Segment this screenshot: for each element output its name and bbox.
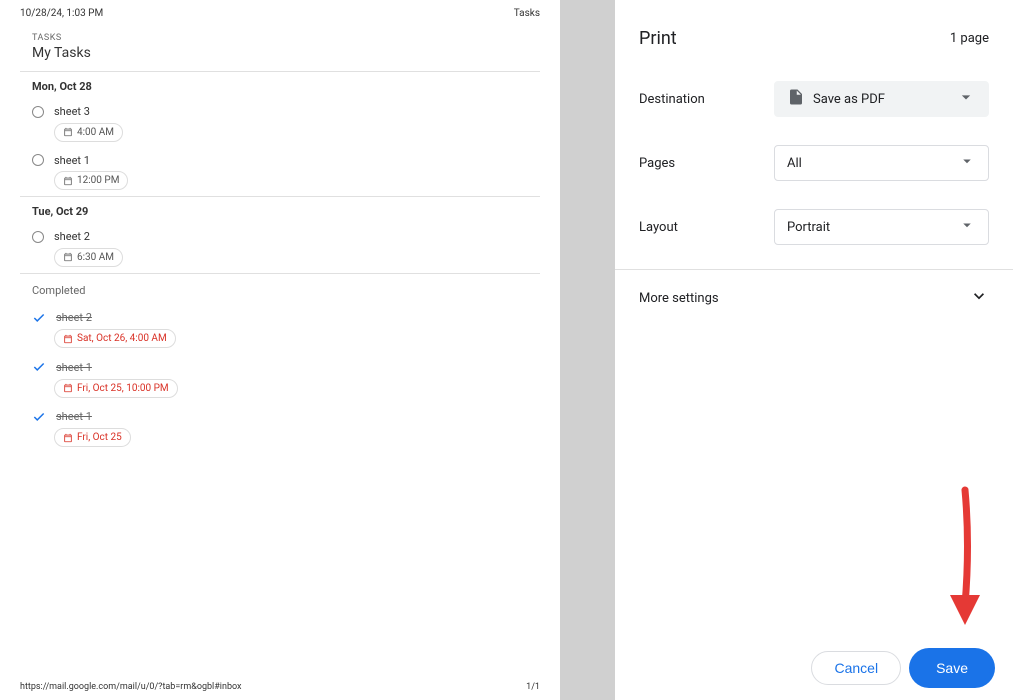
pages-row: Pages All	[639, 131, 989, 195]
task-time-chip: Fri, Oct 25, 10:00 PM	[54, 379, 178, 398]
calendar-icon	[63, 383, 73, 393]
task-time: Fri, Oct 25, 10:00 PM	[77, 383, 169, 394]
task-row: sheet 3	[20, 99, 540, 122]
task-time: Sat, Oct 26, 4:00 AM	[77, 333, 167, 344]
tasks-label: TASKS	[32, 33, 540, 43]
preview-url: https://mail.google.com/mail/u/0/?tab=rm…	[20, 682, 242, 692]
cancel-button[interactable]: Cancel	[811, 651, 901, 685]
task-time-chip: 6:30 AM	[54, 248, 123, 267]
task-title: sheet 3	[54, 105, 90, 118]
print-header: Print 1 page	[615, 0, 1013, 57]
pages-value: All	[787, 156, 802, 171]
chevron-down-icon	[969, 286, 989, 310]
radio-unchecked-icon	[32, 231, 44, 243]
tasks-title: My Tasks	[32, 45, 540, 61]
calendar-icon	[63, 176, 73, 186]
pdf-icon	[787, 88, 805, 110]
pages-select[interactable]: All	[774, 145, 989, 181]
layout-select[interactable]: Portrait	[774, 209, 989, 245]
preview-gutter	[560, 0, 615, 700]
destination-label: Destination	[639, 92, 774, 107]
task-time: 6:30 AM	[77, 252, 114, 263]
layout-row: Layout Portrait	[639, 195, 989, 259]
preview-header: 10/28/24, 1:03 PM Tasks	[0, 0, 560, 23]
check-icon	[32, 360, 46, 374]
print-preview-pane: 10/28/24, 1:03 PM Tasks TASKS My Tasks M…	[0, 0, 560, 700]
task-time-chip: 12:00 PM	[54, 171, 128, 190]
task-title: sheet 1	[56, 410, 92, 423]
calendar-icon	[63, 334, 73, 344]
calendar-icon	[63, 433, 73, 443]
date-header: Mon, Oct 28	[20, 71, 540, 99]
chevron-down-icon	[956, 87, 976, 111]
print-title: Print	[639, 28, 677, 49]
annotation-arrow-icon	[935, 485, 995, 645]
save-button[interactable]: Save	[911, 650, 993, 686]
more-settings-toggle[interactable]: More settings	[615, 269, 1013, 326]
preview-date: 10/28/24, 1:03 PM	[20, 8, 103, 19]
task-title: sheet 2	[56, 311, 92, 324]
preview-footer: https://mail.google.com/mail/u/0/?tab=rm…	[0, 676, 560, 700]
task-title: sheet 1	[54, 154, 90, 167]
preview-header-title: Tasks	[514, 8, 540, 19]
task-row: sheet 1	[20, 404, 540, 428]
calendar-icon	[63, 127, 73, 137]
layout-value: Portrait	[787, 220, 830, 235]
task-time: 12:00 PM	[77, 175, 119, 186]
task-row: sheet 2	[20, 224, 540, 247]
print-settings: Destination Save as PDF Pages	[615, 57, 1013, 259]
destination-row: Destination Save as PDF	[639, 67, 989, 131]
chevron-down-icon	[958, 216, 976, 238]
check-icon	[32, 410, 46, 424]
task-time-chip: 4:00 AM	[54, 123, 123, 142]
pages-label: Pages	[639, 156, 774, 171]
more-settings-label: More settings	[639, 291, 719, 306]
action-bar: Cancel Save	[615, 636, 1013, 700]
task-time-chip: Sat, Oct 26, 4:00 AM	[54, 329, 176, 348]
check-icon	[32, 311, 46, 325]
task-time: Fri, Oct 25	[77, 432, 122, 443]
radio-unchecked-icon	[32, 106, 44, 118]
radio-unchecked-icon	[32, 154, 44, 166]
destination-select[interactable]: Save as PDF	[774, 81, 989, 117]
task-title: sheet 1	[56, 361, 92, 374]
task-row: sheet 1	[20, 148, 540, 171]
page-count: 1 page	[950, 31, 989, 46]
layout-label: Layout	[639, 220, 774, 235]
task-row: sheet 2	[20, 305, 540, 329]
completed-header: Completed	[20, 273, 540, 305]
date-header: Tue, Oct 29	[20, 196, 540, 224]
task-row: sheet 1	[20, 354, 540, 378]
destination-value: Save as PDF	[813, 92, 885, 107]
task-title: sheet 2	[54, 230, 90, 243]
calendar-icon	[63, 252, 73, 262]
preview-body: TASKS My Tasks Mon, Oct 28 sheet 3 4:00 …	[0, 23, 560, 676]
print-dialog-pane: Print 1 page Destination Save as PDF	[615, 0, 1013, 700]
task-time-chip: Fri, Oct 25	[54, 428, 131, 447]
chevron-down-icon	[958, 152, 976, 174]
task-time: 4:00 AM	[77, 127, 114, 138]
preview-page-num: 1/1	[526, 682, 540, 692]
